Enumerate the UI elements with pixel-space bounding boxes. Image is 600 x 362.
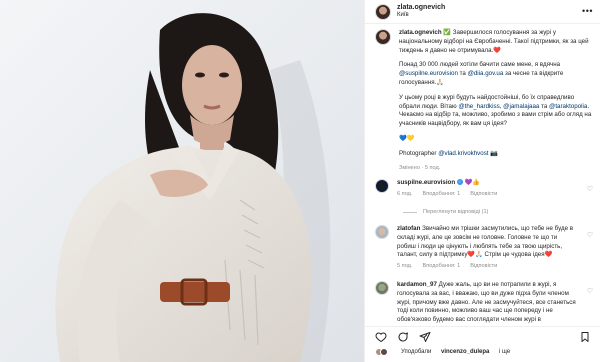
- mention-the-hardkiss[interactable]: @the_hardkiss: [458, 103, 499, 110]
- caption-paragraph-4: 💙💛: [399, 134, 415, 142]
- comment-time[interactable]: 6 под.: [397, 191, 413, 199]
- comment-item: kardamon_97 Дуже жаль, що ви не потрапил…: [375, 281, 597, 325]
- caption-meta: Змінено · 5 под.: [399, 164, 441, 171]
- commenter-username[interactable]: kardamon_97: [397, 281, 437, 288]
- author-username[interactable]: zlata.ognevich: [397, 4, 445, 12]
- mention-photographer[interactable]: @vlad.krivokhvost: [438, 150, 488, 157]
- comment-likes[interactable]: Вподобання: 1: [423, 263, 461, 271]
- mention-suspilne[interactable]: @suspilne.eurovision: [399, 70, 458, 77]
- author-avatar[interactable]: [375, 3, 391, 20]
- comment-text: 💜👍: [464, 179, 480, 186]
- liked-by-user[interactable]: vincenzo_dulepa: [441, 349, 489, 355]
- view-replies-label[interactable]: Переглянути відповіді (1): [423, 209, 488, 215]
- post-header: zlata.ognevich Київ •••: [365, 0, 600, 24]
- commenter-avatar[interactable]: [375, 281, 389, 295]
- post-sidebar: zlata.ognevich Київ ••• zlata.ognevich ✅…: [364, 0, 600, 362]
- mention-diia[interactable]: @diia.gov.ua: [468, 70, 504, 77]
- post-image: [0, 0, 364, 362]
- comment-like-heart-icon[interactable]: ♡: [587, 287, 593, 295]
- post-photo[interactable]: [0, 0, 364, 362]
- commenter-avatar[interactable]: [375, 179, 389, 193]
- caption-p2-text-a: Понад 30 000 людей хотіли бачити саме ме…: [399, 61, 561, 69]
- heart-icon[interactable]: [375, 331, 387, 343]
- comment-like-heart-icon[interactable]: ♡: [587, 185, 593, 193]
- post-location[interactable]: Київ: [397, 12, 445, 19]
- comment-item: suspilne.eurovision ✓ 💜👍 6 под. Вподобан…: [375, 179, 597, 199]
- comment-item: zlatofan Звичайно ми трішки засмутились,…: [375, 225, 597, 271]
- share-icon[interactable]: [419, 331, 431, 343]
- view-replies[interactable]: Переглянути відповіді (1): [403, 209, 488, 215]
- commenter-avatar[interactable]: [375, 225, 389, 239]
- comment-icon[interactable]: [397, 331, 409, 343]
- caption-p5-text-a: Photographer: [399, 149, 439, 157]
- commenter-username[interactable]: zlatofan: [397, 225, 420, 232]
- caption-username[interactable]: zlata.ognevich: [399, 29, 442, 36]
- comments-scroll[interactable]: zlata.ognevich ✅ Завершилося голосування…: [365, 25, 600, 325]
- liked-by-suffix[interactable]: і ще: [497, 349, 510, 355]
- caption: zlata.ognevich ✅ Завершилося голосування…: [375, 29, 597, 173]
- comment-text: Звичайно ми трішки засмутились, що тебе …: [397, 225, 574, 259]
- reply-button[interactable]: Відповісти: [470, 263, 497, 271]
- liked-by-prefix: Уподобали: [401, 349, 433, 355]
- mention-jamala[interactable]: @jamalajaaa: [503, 103, 539, 110]
- liked-by: Уподобали vincenzo_dulepa і ще: [375, 348, 597, 356]
- more-horizontal-icon[interactable]: •••: [582, 6, 593, 16]
- bookmark-icon[interactable]: [579, 331, 591, 343]
- mention-taraktopolia[interactable]: @taraktopolia: [549, 103, 587, 110]
- verified-badge-icon: ✓: [456, 179, 463, 186]
- comment-likes[interactable]: Вподобання: 1: [423, 191, 461, 199]
- comment-time[interactable]: 5 под.: [397, 263, 413, 271]
- comment-like-heart-icon[interactable]: ♡: [587, 231, 593, 239]
- reply-button[interactable]: Відповісти: [470, 191, 497, 199]
- caption-p5-text-b: 📷: [488, 149, 498, 157]
- caption-avatar[interactable]: [375, 29, 391, 45]
- commenter-username[interactable]: suspilne.eurovision: [397, 179, 455, 186]
- liker-avatar: [380, 348, 388, 356]
- post-actions: [365, 326, 600, 346]
- caption-p3-text-c: та: [539, 102, 550, 110]
- caption-p2-text-b: та: [457, 70, 468, 78]
